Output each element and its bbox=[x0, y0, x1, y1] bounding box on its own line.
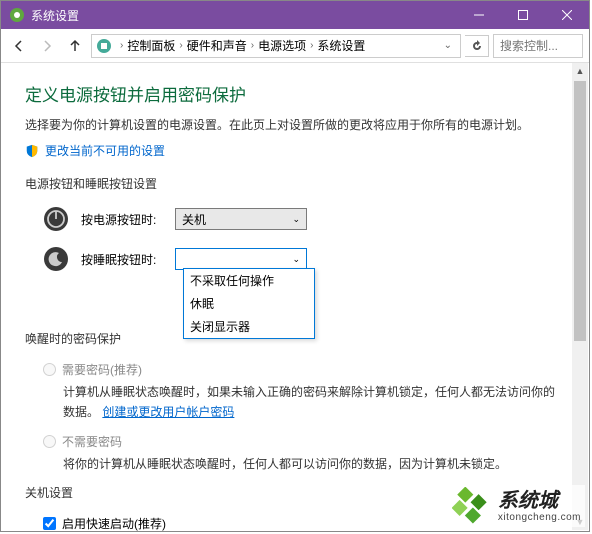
minimize-button[interactable] bbox=[457, 1, 501, 29]
fast-startup-label: 启用快速启动(推荐) bbox=[62, 515, 166, 531]
sleep-dropdown[interactable]: 不采取任何操作 休眠 关闭显示器 bbox=[183, 268, 315, 339]
no-password-desc: 将你的计算机从睡眠状态唤醒时，任何人都可以访问你的数据，因为计算机未锁定。 bbox=[25, 454, 565, 474]
nav-bar: › 控制面板 › 硬件和声音 › 电源选项 › 系统设置 ⌄ bbox=[1, 29, 589, 63]
power-button-label: 按电源按钮时: bbox=[81, 211, 163, 228]
breadcrumb-item[interactable]: 电源选项 bbox=[258, 37, 306, 54]
chevron-right-icon: › bbox=[310, 40, 313, 51]
app-icon bbox=[9, 7, 25, 23]
no-password-radio[interactable] bbox=[43, 435, 56, 448]
sleep-button-select[interactable]: ⌄ bbox=[175, 248, 307, 270]
power-button-value: 关机 bbox=[182, 211, 206, 228]
create-password-link[interactable]: 创建或更改用户帐户密码 bbox=[102, 405, 234, 419]
breadcrumb-item[interactable]: 硬件和声音 bbox=[187, 37, 247, 54]
breadcrumb-item[interactable]: 控制面板 bbox=[127, 37, 175, 54]
no-password-label: 不需要密码 bbox=[62, 433, 122, 450]
scrollbar-thumb[interactable] bbox=[574, 81, 586, 341]
breadcrumb[interactable]: › 控制面板 › 硬件和声音 › 电源选项 › 系统设置 ⌄ bbox=[91, 34, 461, 58]
chevron-right-icon: › bbox=[251, 40, 254, 51]
require-password-radio[interactable] bbox=[43, 363, 56, 376]
close-button[interactable] bbox=[545, 1, 589, 29]
require-password-label: 需要密码(推荐) bbox=[62, 361, 142, 378]
up-button[interactable] bbox=[63, 34, 87, 58]
vertical-scrollbar[interactable]: ▲ ▼ bbox=[572, 63, 588, 530]
control-panel-icon bbox=[96, 38, 112, 54]
watermark-logo-icon bbox=[452, 487, 490, 525]
chevron-down-icon[interactable]: ⌄ bbox=[444, 40, 452, 51]
watermark: 系统城 xitongcheng.com bbox=[448, 485, 585, 527]
watermark-url: xitongcheng.com bbox=[498, 512, 581, 523]
breadcrumb-item[interactable]: 系统设置 bbox=[317, 37, 365, 54]
dropdown-option[interactable]: 关闭显示器 bbox=[184, 315, 314, 338]
search-input[interactable] bbox=[493, 34, 583, 58]
chevron-right-icon: › bbox=[120, 40, 123, 51]
refresh-button[interactable] bbox=[465, 35, 489, 57]
chevron-right-icon: › bbox=[179, 40, 182, 51]
content-area: 定义电源按钮并启用密码保护 选择要为你的计算机设置的电源设置。在此页上对设置所做… bbox=[1, 63, 589, 531]
dropdown-option[interactable]: 不采取任何操作 bbox=[184, 269, 314, 292]
chevron-down-icon: ⌄ bbox=[292, 254, 300, 265]
dropdown-option[interactable]: 休眠 bbox=[184, 292, 314, 315]
maximize-button[interactable] bbox=[501, 1, 545, 29]
scroll-up-arrow[interactable]: ▲ bbox=[572, 63, 588, 79]
forward-button[interactable] bbox=[35, 34, 59, 58]
fast-startup-checkbox[interactable] bbox=[43, 517, 56, 530]
require-password-desc: 计算机从睡眠状态唤醒时，如果未输入正确的密码来解除计算机锁定，任何人都无法访问你… bbox=[25, 382, 565, 423]
page-description: 选择要为你的计算机设置的电源设置。在此页上对设置所做的更改将应用于你所有的电源计… bbox=[25, 116, 565, 134]
power-button-select[interactable]: 关机 ⌄ bbox=[175, 208, 307, 230]
page-heading: 定义电源按钮并启用密码保护 bbox=[25, 81, 565, 106]
chevron-down-icon: ⌄ bbox=[292, 214, 300, 225]
title-bar: 系统设置 bbox=[1, 1, 589, 29]
watermark-title: 系统城 bbox=[498, 490, 581, 512]
sleep-button-label: 按睡眠按钮时: bbox=[81, 251, 163, 268]
window-title: 系统设置 bbox=[31, 7, 457, 24]
change-unavailable-link[interactable]: 更改当前不可用的设置 bbox=[45, 142, 165, 159]
sleep-icon bbox=[43, 246, 69, 272]
power-icon bbox=[43, 206, 69, 232]
back-button[interactable] bbox=[7, 34, 31, 58]
shield-icon bbox=[25, 144, 39, 158]
buttons-section-title: 电源按钮和睡眠按钮设置 bbox=[25, 175, 565, 192]
